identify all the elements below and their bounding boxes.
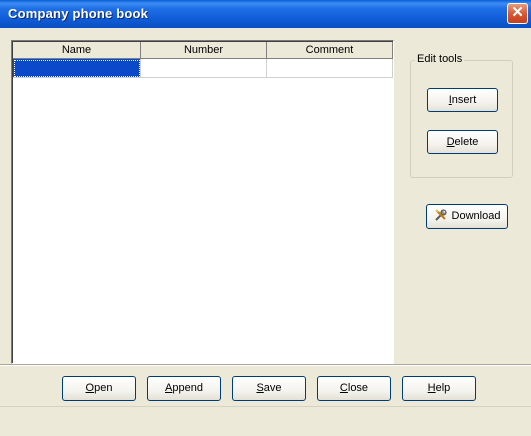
window-title: Company phone book <box>8 6 149 21</box>
insert-button[interactable]: Insert <box>427 88 498 112</box>
edit-tools-label: Edit tools <box>415 53 465 65</box>
save-button[interactable]: Save <box>232 376 306 401</box>
wrench-screwdriver-icon <box>434 209 447 221</box>
download-label: Download <box>451 210 501 222</box>
phonebook-grid[interactable]: Name Number Comment <box>11 40 394 364</box>
open-button[interactable]: Open <box>62 376 136 401</box>
close-icon: ✕ <box>511 4 524 21</box>
open-label: pen <box>94 382 113 394</box>
close-label: lose <box>347 382 369 394</box>
help-label: elp <box>435 382 451 394</box>
save-label: ave <box>263 382 282 394</box>
delete-mnemonic: D <box>446 136 455 148</box>
cell-comment[interactable] <box>267 59 393 78</box>
edit-tools-group: Edit tools Insert Delete <box>410 53 513 178</box>
open-mnemonic: O <box>85 382 95 394</box>
cell-number[interactable] <box>141 59 267 78</box>
right-panel: Edit tools Insert Delete Download <box>397 40 531 364</box>
table-row[interactable] <box>13 59 393 78</box>
close-button[interactable]: Close <box>317 376 391 401</box>
column-header-name[interactable]: Name <box>13 42 141 59</box>
column-header-number[interactable]: Number <box>141 42 267 59</box>
title-bar[interactable]: Company phone book ✕ <box>0 0 531 28</box>
append-label: ppend <box>172 382 203 394</box>
download-button[interactable]: Download <box>426 204 508 229</box>
phonebook-window: Company phone book ✕ Name Number Comment… <box>0 0 531 436</box>
status-bar <box>0 406 531 436</box>
help-button[interactable]: Help <box>402 376 476 401</box>
bottom-separator <box>0 364 531 366</box>
save-mnemonic: S <box>256 382 264 394</box>
insert-label: nsert <box>451 94 477 106</box>
delete-button[interactable]: Delete <box>427 130 498 154</box>
delete-label: elete <box>454 136 479 148</box>
grid-header: Name Number Comment <box>13 42 393 59</box>
help-mnemonic: H <box>427 382 436 394</box>
close-window-button[interactable]: ✕ <box>507 3 528 24</box>
close-mnemonic: C <box>339 382 348 394</box>
column-header-comment[interactable]: Comment <box>267 42 393 59</box>
append-button[interactable]: Append <box>147 376 221 401</box>
cell-name[interactable] <box>13 59 141 78</box>
